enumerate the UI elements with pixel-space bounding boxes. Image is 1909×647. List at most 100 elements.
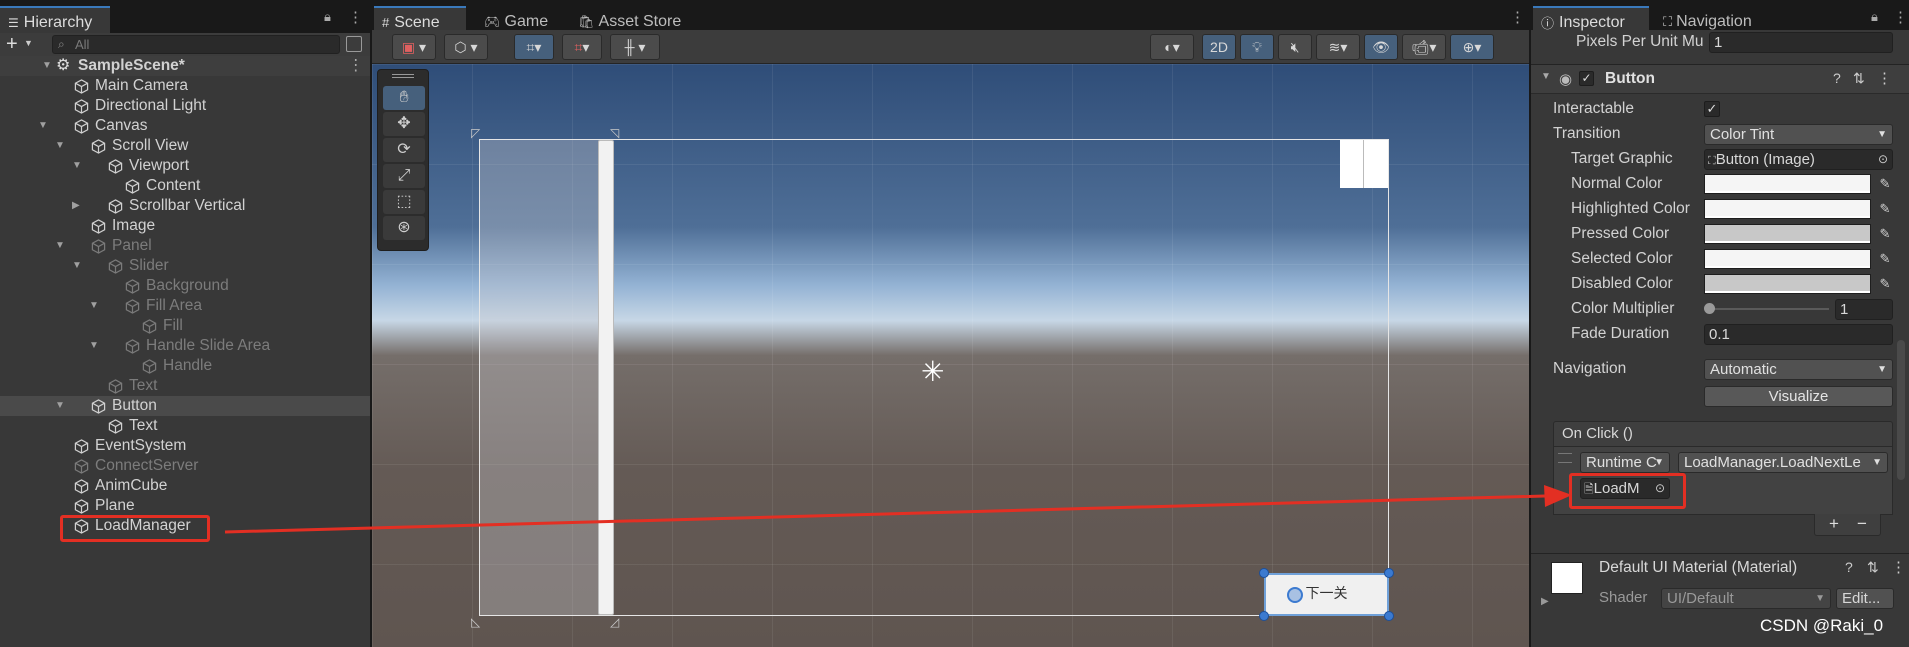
color-multiplier-field[interactable]: 1 [1835, 299, 1893, 320]
hierarchy-item[interactable]: ▼ Viewport [0, 156, 370, 176]
eyedropper-icon[interactable]: ✎ [1877, 201, 1893, 217]
ruler-button[interactable]: ╫ ▾ [610, 34, 660, 60]
hierarchy-item[interactable]: ▼ Handle Slide Area [0, 336, 370, 356]
resize-handle[interactable] [1259, 568, 1269, 578]
add-event-button[interactable]: + [1829, 514, 1839, 534]
add-button[interactable]: + [6, 33, 18, 55]
color-swatch[interactable] [1704, 174, 1871, 194]
eyedropper-icon[interactable]: ✎ [1877, 226, 1893, 242]
expand-arrow-icon[interactable]: ▼ [89, 336, 99, 356]
interactable-checkbox[interactable]: ✓ [1704, 101, 1720, 117]
color-swatch[interactable] [1704, 249, 1871, 269]
expand-arrow-icon[interactable]: ▼ [38, 116, 48, 136]
effects-button[interactable]: ≋ ▾ [1316, 34, 1360, 60]
color-multiplier-slider-track[interactable] [1709, 308, 1829, 310]
mode-2d-button[interactable]: 2D [1202, 34, 1236, 60]
rotate-tool-icon[interactable]: ⟳ [383, 138, 425, 162]
hierarchy-item[interactable]: ▼ Scroll View [0, 136, 370, 156]
pixels-per-unit-field[interactable]: 1 [1709, 32, 1893, 53]
hierarchy-item[interactable]: Directional Light [0, 96, 370, 116]
preset-icon[interactable]: ⇅ [1867, 559, 1879, 576]
button-component-header[interactable]: ▼ ◉ ✓ Button ? ⇅ ⋮ [1531, 64, 1909, 94]
grid-snap-button[interactable]: ⌗ ▾ [514, 34, 554, 60]
expand-arrow-icon[interactable]: ▼ [42, 56, 52, 76]
eyedropper-icon[interactable]: ✎ [1877, 176, 1893, 192]
inspector-scrollbar[interactable] [1897, 340, 1905, 480]
hierarchy-item[interactable]: ▼ Fill Area [0, 296, 370, 316]
function-dropdown[interactable]: LoadManager.LoadNextLe ▼ [1678, 452, 1888, 473]
lighting-toggle[interactable]: 💡︎ [1240, 34, 1274, 60]
hierarchy-item[interactable]: Content [0, 176, 370, 196]
shading-button[interactable]: ⬡ ▾ [444, 34, 488, 60]
scene-viewport[interactable]: ◸ ◹ ◺ ◿ ✳ 下一关 ✋︎ ✥ ⟳ ⤢ ⬚ ⊛ [372, 64, 1529, 647]
hierarchy-item[interactable]: Background [0, 276, 370, 296]
lock-icon[interactable]: 🔒︎ [1871, 9, 1878, 25]
expand-arrow-icon[interactable]: ▶ [1541, 596, 1549, 607]
expand-arrow-icon[interactable]: ▼ [89, 296, 99, 316]
chevron-down-icon[interactable]: ▼ [24, 38, 33, 48]
more-menu-icon[interactable]: ⋮ [348, 8, 363, 26]
color-swatch[interactable] [1704, 199, 1871, 219]
audio-toggle[interactable]: 🔇︎ [1278, 34, 1312, 60]
hierarchy-item[interactable]: ▼ Button [0, 396, 370, 416]
draw-mode-button[interactable]: ▣ ▾ [392, 34, 436, 60]
expand-arrow-icon[interactable]: ▼ [55, 136, 65, 156]
visualize-button[interactable]: Visualize [1704, 386, 1893, 407]
component-menu-icon[interactable]: ⋮ [1877, 69, 1892, 87]
hierarchy-item[interactable]: EventSystem [0, 436, 370, 456]
color-swatch[interactable] [1704, 274, 1871, 294]
expand-arrow-icon[interactable]: ▼ [72, 156, 82, 176]
drag-handle-icon[interactable] [392, 74, 414, 78]
component-enabled-checkbox[interactable]: ✓ [1579, 71, 1594, 86]
component-menu-icon[interactable]: ⋮ [1891, 558, 1906, 576]
scene-menu-icon[interactable]: ⋮ [1510, 8, 1525, 26]
lock-icon[interactable]: 🔒︎ [324, 9, 331, 25]
resize-handle[interactable] [1384, 611, 1394, 621]
scene-menu-icon[interactable]: ⋮ [348, 56, 364, 76]
runtime-dropdown[interactable]: Runtime C ▼ [1580, 452, 1670, 473]
snap-increment-button[interactable]: ⌗ ▾ [562, 34, 602, 60]
search-input[interactable]: ⌕ All [52, 35, 340, 54]
scale-tool-icon[interactable]: ⤢ [383, 164, 425, 188]
hierarchy-item[interactable]: Fill [0, 316, 370, 336]
color-multiplier-slider-thumb[interactable] [1704, 303, 1715, 314]
collapsed-arrow-icon[interactable]: ▶ [72, 196, 80, 216]
expand-arrow-icon[interactable]: ▼ [72, 256, 82, 276]
shader-dropdown[interactable]: UI/Default ▼ [1661, 588, 1831, 609]
scene-row[interactable]: ▼ ⚙ SampleScene* ⋮ [0, 56, 370, 76]
object-picker-icon[interactable]: ⊙ [1878, 150, 1888, 169]
hierarchy-item[interactable]: ▼ Panel [0, 236, 370, 256]
navigation-dropdown[interactable]: Automatic ▼ [1704, 359, 1893, 380]
color-swatch[interactable] [1704, 224, 1871, 244]
visibility-toggle[interactable]: 👁︎ [1364, 34, 1398, 60]
target-graphic-field[interactable]: ⛶Button (Image) ⊙ [1704, 149, 1893, 170]
resize-handle[interactable] [1384, 568, 1394, 578]
hierarchy-item[interactable]: Plane [0, 496, 370, 516]
search-scene-icon[interactable] [346, 36, 362, 52]
hierarchy-item[interactable]: Main Camera [0, 76, 370, 96]
hierarchy-item[interactable]: ▼ Slider [0, 256, 370, 276]
more-menu-icon[interactable]: ⋮ [1893, 8, 1908, 26]
rect-tool-icon[interactable]: ⬚ [383, 190, 425, 214]
hierarchy-item[interactable]: AnimCube [0, 476, 370, 496]
scene-button-element[interactable]: 下一关 [1264, 573, 1389, 616]
hierarchy-item[interactable]: Text [0, 376, 370, 396]
pivot-icon[interactable] [1287, 587, 1303, 603]
scene-camera-button[interactable]: 📹︎ ▾ [1402, 34, 1446, 60]
transition-dropdown[interactable]: Color Tint ▼ [1704, 124, 1893, 145]
hierarchy-item[interactable]: ▶ Scrollbar Vertical [0, 196, 370, 216]
hand-tool-icon[interactable]: ✋︎ [383, 86, 425, 110]
eyedropper-icon[interactable]: ✎ [1877, 276, 1893, 292]
hierarchy-item[interactable]: Handle [0, 356, 370, 376]
camera-mode-button[interactable]: ◐ ▾ [1150, 34, 1194, 60]
hierarchy-item[interactable]: ConnectServer [0, 456, 370, 476]
hierarchy-item[interactable]: Image [0, 216, 370, 236]
fade-duration-field[interactable]: 0.1 [1704, 324, 1893, 345]
expand-arrow-icon[interactable]: ▼ [55, 396, 65, 416]
eyedropper-icon[interactable]: ✎ [1877, 251, 1893, 267]
expand-arrow-icon[interactable]: ▼ [55, 236, 65, 256]
edit-shader-button[interactable]: Edit... [1836, 588, 1894, 609]
gizmos-button[interactable]: ⊕ ▾ [1450, 34, 1494, 60]
hierarchy-item[interactable]: Text [0, 416, 370, 436]
reorder-handle-icon[interactable] [1558, 453, 1572, 463]
